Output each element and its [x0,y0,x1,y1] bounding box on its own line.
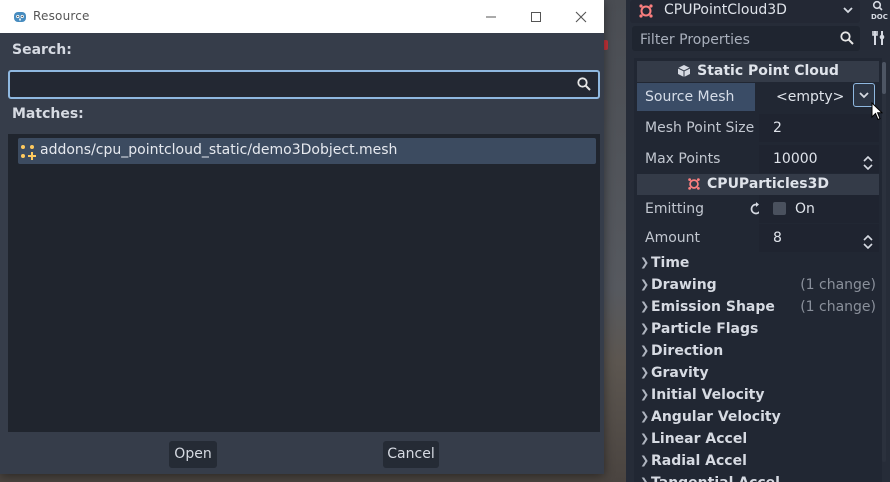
prop-max-points: Max Points 10000 [637,145,879,173]
search-label: Search: [12,42,72,58]
group-linear-accel[interactable]: ❯ Linear Accel [637,428,879,450]
group-title: Radial Accel [651,453,747,469]
search-icon [577,77,591,95]
mesh-point-size-field[interactable]: 2 [759,114,879,142]
group-particle-flags[interactable]: ❯ Particle Flags [637,318,879,340]
amount-field[interactable]: 8 [759,224,879,252]
source-mesh-value: <empty> [776,89,845,105]
chevron-right-icon: ❯ [640,454,650,467]
change-count: (1 change) [800,277,876,293]
chevron-right-icon: ❯ [640,322,650,335]
search-field[interactable] [8,70,600,99]
cube-icon [677,64,691,85]
group-title: Emission Shape [651,299,775,315]
section-title: Static Point Cloud [697,63,839,79]
checkbox[interactable] [773,202,786,215]
section-cpuparticles3d[interactable]: CPUParticles3D [637,174,879,195]
dialog-title: Resource [33,9,90,23]
mesh-icon [20,144,36,164]
group-emission-shape[interactable]: ❯ Emission Shape (1 change) [637,296,879,318]
group-title: Initial Velocity [651,387,765,403]
prop-label: Mesh Point Size [645,120,755,136]
group-time[interactable]: ❯ Time [637,252,879,274]
change-count: (1 change) [800,299,876,315]
prop-value: 8 [773,230,782,246]
cancel-button[interactable]: Cancel [383,441,439,468]
mouse-cursor-icon [871,101,884,126]
chevron-right-icon: ❯ [640,410,650,423]
docs-icon[interactable]: DOC [870,0,890,24]
filter-field[interactable] [632,26,860,51]
matches-label: Matches: [12,106,84,122]
group-angular-velocity[interactable]: ❯ Angular Velocity [637,406,879,428]
prop-label: Max Points [645,151,721,167]
group-title: Linear Accel [651,431,748,447]
group-radial-accel[interactable]: ❯ Radial Accel [637,450,879,472]
group-title: Gravity [651,365,709,381]
inspector-panel: CPUPointCloud3D DOC Filter Properties St… [626,0,890,482]
group-title: Drawing [651,277,717,293]
prop-label: Emitting [645,201,705,217]
particles-node-icon [638,3,654,23]
node-selector[interactable]: CPUPointCloud3D [630,0,860,23]
section-title: CPUParticles3D [707,176,829,192]
group-gravity[interactable]: ❯ Gravity [637,362,879,384]
prop-amount: Amount 8 [637,224,879,252]
minimize-button[interactable] [476,6,506,28]
group-title: Time [651,255,690,271]
maximize-button[interactable] [521,6,551,28]
prop-mesh-point-size: Mesh Point Size 2 [637,114,879,142]
section-static-point-cloud[interactable]: Static Point Cloud [637,61,879,82]
chevron-down-icon [842,4,854,20]
group-title: Angular Velocity [651,409,781,425]
list-item[interactable]: addons/cpu_pointcloud_static/demo3Dobjec… [18,138,596,164]
search-icon [840,31,854,49]
svg-text:DOC: DOC [871,13,888,21]
chevron-right-icon: ❯ [640,344,650,357]
group-tangential-accel[interactable]: ❯ Tangential Accel [637,472,879,482]
filter-input[interactable] [638,29,832,50]
chevron-right-icon: ❯ [640,278,650,291]
chevron-right-icon: ❯ [640,472,649,482]
chevron-right-icon: ❯ [640,432,650,445]
prop-value: On [795,201,815,217]
godot-icon [12,9,28,25]
prop-value: 10000 [773,151,818,167]
match-path: addons/cpu_pointcloud_static/demo3Dobjec… [40,142,398,158]
search-input[interactable] [14,74,574,96]
prop-emitting: Emitting On [637,195,879,223]
chevron-right-icon: ❯ [640,256,650,269]
matches-list: addons/cpu_pointcloud_static/demo3Dobjec… [8,134,600,432]
scrollbar-thumb[interactable] [882,62,886,94]
close-button[interactable] [566,6,596,28]
group-title: Direction [651,343,724,359]
prop-label: Source Mesh [637,83,755,111]
max-points-field[interactable]: 10000 [759,145,879,173]
prop-label: Amount [645,230,701,246]
group-initial-velocity[interactable]: ❯ Initial Velocity [637,384,879,406]
node-name: CPUPointCloud3D [664,2,787,18]
prop-source-mesh: Source Mesh <empty> [637,83,879,111]
resource-dialog: Resource Search: Matches: addons/cpu_poi… [0,0,604,474]
group-title: Tangential Accel [651,472,780,482]
group-drawing[interactable]: ❯ Drawing (1 change) [637,274,879,296]
group-title: Particle Flags [651,321,759,337]
tools-icon[interactable] [872,30,886,50]
prop-value: 2 [773,120,782,136]
inspector-properties: Static Point Cloud Source Mesh <empty> M… [634,58,882,482]
viewport-strip [604,0,626,482]
group-direction[interactable]: ❯ Direction [637,340,879,362]
open-button[interactable]: Open [169,441,217,468]
chevron-right-icon: ❯ [640,366,650,379]
chevron-right-icon: ❯ [640,300,650,313]
emitting-toggle[interactable]: On [759,195,879,223]
chevron-right-icon: ❯ [640,388,650,401]
dialog-titlebar[interactable]: Resource [0,0,604,33]
